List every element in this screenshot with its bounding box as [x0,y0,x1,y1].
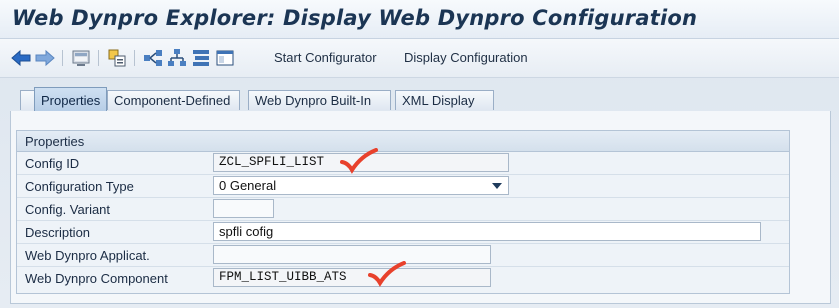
web-dynpro-component-row: Web Dynpro Component FPM_LIST_UIBB_ATS [17,261,789,289]
description-label: Description [25,225,91,240]
tab-web-dynpro-built-in[interactable]: Web Dynpro Built-In [248,90,391,110]
display-configuration-button[interactable]: Display Configuration [404,50,528,65]
back-arrow-icon[interactable] [10,47,32,69]
chevron-down-icon[interactable] [492,183,502,189]
config-variant-field[interactable] [213,199,274,218]
config-id-row: Config ID ZCL_SPFLI_LIST [17,148,789,175]
web-dynpro-application-label: Web Dynpro Applicat. [25,248,150,263]
configuration-type-dropdown[interactable]: 0 General [213,176,509,195]
config-variant-label: Config. Variant [25,202,111,217]
toolbar: Start Configurator Display Configuration [0,39,839,78]
configuration-type-value: 0 General [219,178,277,193]
window-frame: Web Dynpro Explorer: Display Web Dynpro … [0,0,839,308]
description-field[interactable]: spfli cofig [213,222,761,241]
toolbar-separator [134,50,135,66]
web-dynpro-application-field[interactable] [213,245,491,264]
checkmark-icon [368,261,406,287]
properties-group: Properties Config ID ZCL_SPFLI_LIST Conf… [16,130,790,294]
group-title: Properties [25,134,85,149]
toolbar-separator [98,50,99,66]
web-dynpro-component-label: Web Dynpro Component [25,271,168,286]
forward-arrow-icon[interactable] [34,47,56,69]
start-configurator-button[interactable]: Start Configurator [274,50,377,65]
config-id-label: Config ID [25,156,80,171]
tab-properties[interactable]: Properties [34,87,107,112]
group-header: Properties [17,131,789,152]
title-bar: Web Dynpro Explorer: Display Web Dynpro … [0,0,839,39]
configuration-type-row: Configuration Type 0 General [17,175,789,198]
navigation-icon[interactable] [142,47,164,69]
structure-icon[interactable] [190,47,212,69]
hierarchy-icon[interactable] [166,47,188,69]
tabstrip: Properties Component-Defined Web Dynpro … [10,87,830,112]
object-list-icon[interactable] [106,47,128,69]
configuration-type-label: Configuration Type [25,179,134,194]
tab-xml-display[interactable]: XML Display [395,90,494,110]
window-icon[interactable] [214,47,236,69]
tab-component-defined[interactable]: Component-Defined [107,90,240,110]
toolbar-separator [62,50,63,66]
config-variant-row: Config. Variant [17,198,789,221]
description-row: Description spfli cofig [17,221,789,244]
web-dynpro-component-field[interactable]: FPM_LIST_UIBB_ATS [213,268,491,287]
page-title: Web Dynpro Explorer: Display Web Dynpro … [12,6,698,30]
checkmark-icon [340,148,378,174]
screen-icon[interactable] [70,47,92,69]
